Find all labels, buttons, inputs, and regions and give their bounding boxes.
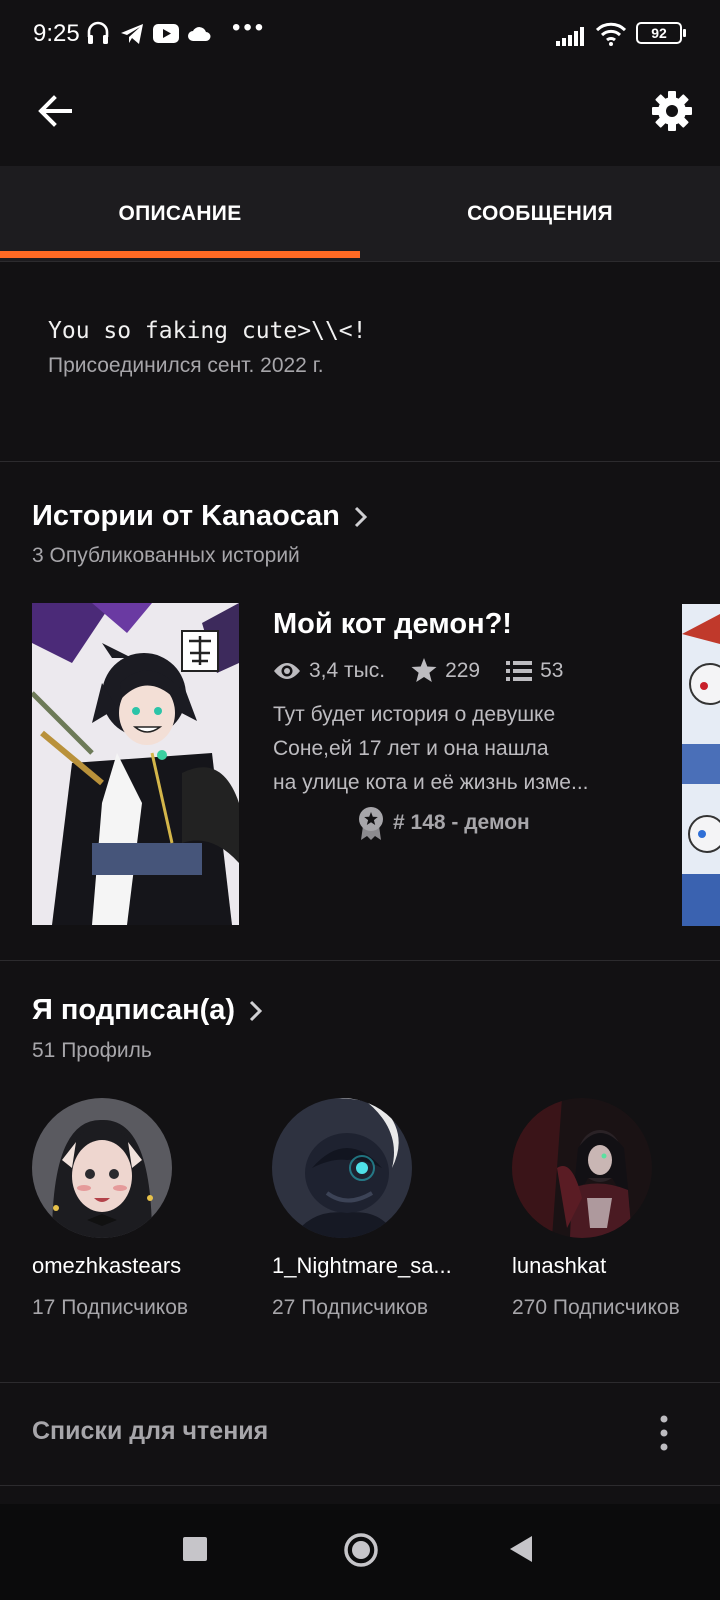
profile-username[interactable]: 1_Nightmare_sa... [272,1253,472,1279]
more-notifications-icon: ••• [232,14,267,41]
avatar[interactable] [512,1098,652,1238]
list-icon [506,660,533,681]
back-triangle-icon[interactable] [508,1534,534,1564]
story-description-line: Тут будет история о девушке [273,703,556,726]
star-icon [411,658,437,682]
avatar-image [32,1098,172,1238]
stories-section-title: Истории от Kanaocan [32,500,340,532]
story-cover-art [32,603,239,925]
back-button[interactable] [34,89,78,133]
about-section: You so faking cute>\\<! Присоединился се… [0,262,720,462]
arrow-left-icon [38,95,72,127]
rank-label: # 148 - демон [393,811,530,834]
telegram-icon [121,24,143,44]
profile-bio: You so faking cute>\\<! [48,318,367,344]
signal-icon [556,27,584,46]
profile-username[interactable]: lunashkat [512,1253,712,1279]
reading-lists-menu-button[interactable] [652,1413,676,1453]
profile-tabs: ОПИСАНИЕ СООБЩЕНИЯ [0,166,720,262]
tab-description[interactable]: ОПИСАНИЕ [0,166,360,262]
gear-icon [652,91,692,131]
youtube-icon [153,24,179,43]
votes-count: 229 [445,658,481,682]
avatar[interactable] [272,1098,412,1238]
status-time: 9:25 [33,20,80,47]
reading-lists-row[interactable]: Списки для чтения [0,1382,720,1486]
chevron-right-icon [354,506,367,527]
following-section-title: Я подписан(а) [32,994,236,1026]
votes-stat: 229 [411,658,480,683]
chevron-right-icon [250,1000,263,1021]
avatar-image [272,1098,412,1238]
profile-followers: 270 Подписчиков [512,1296,680,1319]
story-rank[interactable]: # 148 - демон [357,806,530,840]
more-vertical-icon [660,1415,668,1451]
story-description-line: на улице кота и её жизнь изме... [273,771,589,794]
following-section-header[interactable]: Я подписан(а) [32,994,263,1027]
stories-count: 3 Опубликованных историй [32,544,300,567]
tab-messages[interactable]: СООБЩЕНИЯ [360,166,720,262]
parts-stat: 53 [506,659,563,683]
profile-followers: 17 Подписчиков [32,1296,189,1319]
following-count: 51 Профиль [32,1039,152,1062]
next-story-cover[interactable] [682,604,720,926]
profile-followers: 27 Подписчиков [272,1296,429,1319]
story-description-line: Соне,ей 17 лет и она нашла [273,737,549,760]
status-bar: 9:25 ••• 92 [0,0,720,72]
ranking-badge-icon [359,807,383,840]
profile-username[interactable]: omezhkastears [32,1253,232,1279]
stories-section-header[interactable]: Истории от Kanaocan [32,500,368,533]
settings-button[interactable] [650,89,694,133]
battery-level: 92 [651,25,667,41]
story-cover[interactable] [32,603,239,925]
next-story-cover-art [682,604,720,926]
system-navigation-bar [0,1504,720,1600]
story-description: Тут будет история о девушке Соне,ей 17 л… [273,698,643,800]
wifi-icon [596,22,626,46]
eye-icon [274,662,300,679]
story-stats: 3,4 тыс. 229 53 [273,658,589,683]
cloud-icon [188,27,211,41]
battery-icon: 92 [636,22,686,44]
avatar[interactable] [32,1098,172,1238]
recents-square-icon[interactable] [182,1536,208,1562]
reads-stat: 3,4 тыс. [273,659,385,683]
parts-count: 53 [540,658,564,682]
avatar-image [512,1098,652,1238]
join-date: Присоединился сент. 2022 г. [48,354,324,377]
reading-lists-title: Списки для чтения [32,1417,269,1445]
reads-count: 3,4 тыс. [309,658,386,682]
story-title[interactable]: Мой кот демон?! [273,608,512,641]
home-circle-icon[interactable] [343,1532,379,1568]
section-divider [0,960,720,961]
top-app-bar [0,72,720,166]
headphones-icon [87,21,109,44]
